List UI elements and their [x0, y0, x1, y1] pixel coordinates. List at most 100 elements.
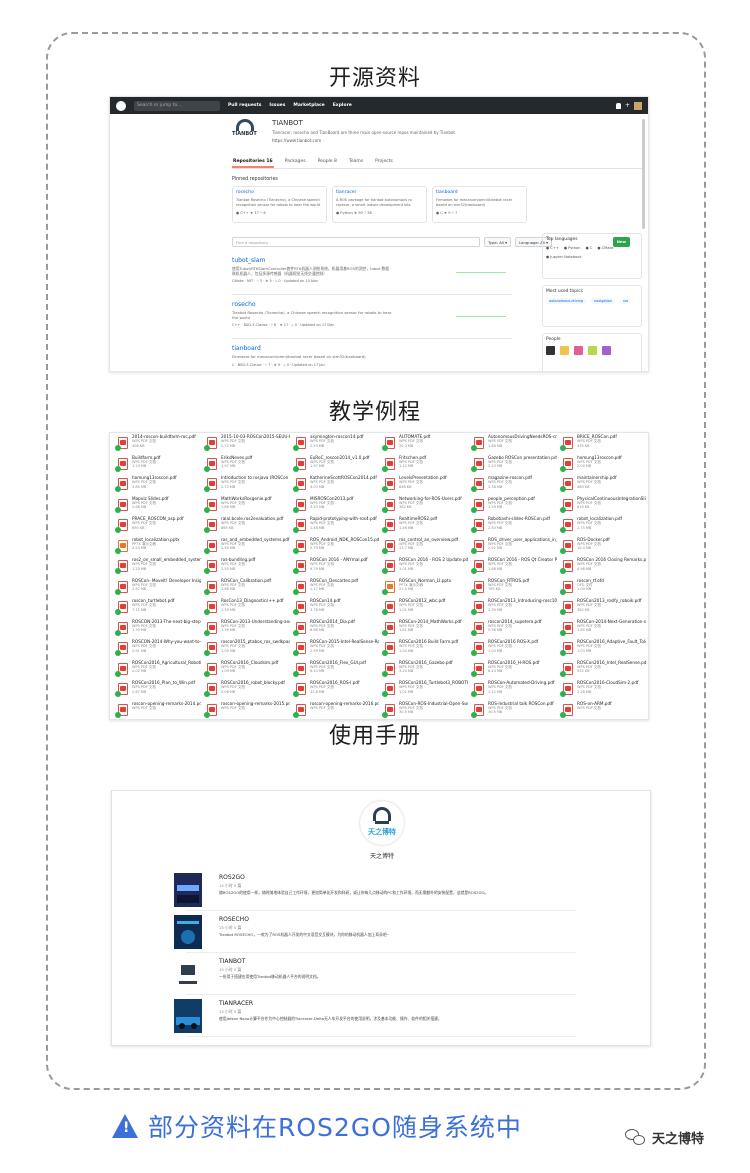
file-item[interactable]: robot_localization.pptx PPTX 演示文稿 2.23 MB: [112, 537, 201, 558]
file-item[interactable]: MISROSCon2013.pdf WPS PDF 文档 4.53 MB: [290, 496, 379, 517]
file-item[interactable]: ralal.bcole.ros2evaluation.pdf WPS PDF 文档…: [201, 516, 290, 537]
file-item[interactable]: people_perception.pdf WPS PDF 文档 1.39 MB: [468, 496, 557, 517]
file-item[interactable]: ROSCon2016 ROS-X.pdf WPS PDF 文档 1.04 MB: [468, 639, 557, 660]
file-item[interactable]: Rapid-prototyping-with-ros4.pdf WPS PDF 文…: [290, 516, 379, 537]
file-item[interactable]: ROSCon_RTROS.pdf WPS PDF 文档 765 KB: [468, 578, 557, 599]
manual-item-tianracer[interactable]: TIANRACER 15 小时 5 篇 使用Jetson Nano计算平台作为中…: [174, 997, 576, 1037]
file-item[interactable]: RosCon13_Diagnostics++.pdf WPS PDF 文档 1.55…: [201, 598, 290, 619]
file-item[interactable]: magazine-roscon.pdf WPS PDF 文档 3.38 MB: [468, 475, 557, 496]
topic-tag[interactable]: ros: [620, 298, 632, 304]
file-item[interactable]: roscon2015_ptabos_ros_swdkpack.pdfWPS PD…: [201, 639, 290, 660]
file-item[interactable]: EriksNeves.pdf WPS PDF 文档 1.97 MB: [201, 455, 290, 476]
manual-title[interactable]: TIANBOT: [219, 958, 245, 965]
file-item[interactable]: ROS_Android_NDK_ROSCon15.pdf WPS PDF 文档 5.…: [290, 537, 379, 558]
file-item[interactable]: ROSCon-2014-Next-Generation-of-ROS-on-to…: [557, 619, 646, 640]
file-item[interactable]: ROSCon2016_Cloudsim.pdf WPS PDF 文档 1.09 MB: [201, 660, 290, 681]
file-item[interactable]: ROSCon_Descartes.pdf WPS PDF 文档 1.17 MB: [290, 578, 379, 599]
file-item[interactable]: ROSCon2016 Build Farm.pdf WPS PDF 文档 1.04 …: [379, 639, 468, 660]
file-item[interactable]: ROSCon2016-CloudSim-2.pdf WPS PDF 文档 2.28 …: [557, 680, 646, 701]
file-item[interactable]: ROSCon2014_Dia.pdf WPS PDF 文档 6.68 MB: [290, 619, 379, 640]
file-item[interactable]: ROSCon14.pdf WPS PDF 文档 3.78 MB: [290, 598, 379, 619]
file-item[interactable]: ROSCon-2015-Intel-RealSense-Robotics-Inn…: [290, 639, 379, 660]
tab-teams[interactable]: Teams: [348, 157, 364, 168]
tab-projects[interactable]: Projects: [374, 157, 394, 168]
plus-icon[interactable]: +: [625, 102, 630, 109]
nav-pull-requests[interactable]: Pull requests: [228, 103, 261, 108]
pinned-card[interactable]: tianracer A ROS package for tianbot auto…: [332, 186, 427, 223]
file-item[interactable]: KatherineScottROSCon2014.pdf WPS PDF 文档 4.…: [290, 475, 379, 496]
file-item[interactable]: Introduction to rosjava (ROSCon 2013).pd…: [201, 475, 290, 496]
file-item[interactable]: ROSCon 2016 - ROS Qt Creator Plugin.pdfW…: [468, 557, 557, 578]
pinned-card-name[interactable]: tianboard: [436, 190, 523, 195]
nav-explore[interactable]: Explore: [333, 103, 352, 108]
file-item[interactable]: roscon_tf.ofd OFD 文件 1.00 MB: [557, 578, 646, 599]
file-item[interactable]: ROSCon-Automated-Driving.pdf WPS PDF 文档 1.…: [468, 680, 557, 701]
repo-name-link[interactable]: tubot_slam: [232, 257, 512, 264]
file-item[interactable]: Gazebo ROSCon presentation.pdf WPS PDF 文档…: [468, 455, 557, 476]
file-item[interactable]: Buildfarm.pdf WPS PDF 文档 1.20 MB: [112, 455, 201, 476]
file-item[interactable]: asymington-roscon14.pdf WPS PDF 文档 2.53 MB: [290, 434, 379, 455]
topic-tag[interactable]: autonomous-driving: [546, 298, 587, 304]
tab-people[interactable]: People 8: [317, 157, 338, 168]
pinned-card-name[interactable]: rosecho: [236, 190, 323, 195]
file-item[interactable]: ROSCon2016_Turtlebot3_ROBOTIS.pdfWPS PDF…: [379, 680, 468, 701]
file-item[interactable]: ROSCon2016_Adaptive_Fault_Tolerance.pdfW…: [557, 639, 646, 660]
avatar[interactable]: [634, 101, 642, 110]
file-item[interactable]: LevelsPresentation.pdf WPS PDF 文档 846 KB: [379, 475, 468, 496]
manual-title[interactable]: ROSECHO: [219, 916, 249, 923]
file-item[interactable]: maintainership.pdf WPS PDF 文档 489 KB: [557, 475, 646, 496]
find-repository-input[interactable]: Find a repository...: [232, 237, 480, 247]
file-item[interactable]: 2015-10-03-ROSCon2015-SEUU-N.pdfWPS PDF …: [201, 434, 290, 455]
file-item[interactable]: ROSCon_Calibration.pdf WPS PDF 文档 1.68 MB: [201, 578, 290, 599]
file-item[interactable]: ROS_driver_user_applications_in_developm…: [468, 537, 557, 558]
file-item[interactable]: Fritschen.pdf WPS PDF 文档 1.12 MB: [379, 455, 468, 476]
file-item[interactable]: homung13roscon.pdf WPS PDF 文档 3.80 MB: [112, 475, 201, 496]
file-item[interactable]: Mapviz Slides.pdf WPS PDF 文档 2.68 MB: [112, 496, 201, 517]
nav-issues[interactable]: Issues: [269, 103, 285, 108]
file-item[interactable]: EuRoC_roscon2014_v1.0.pdf WPS PDF 文档 1.97 …: [290, 455, 379, 476]
file-item[interactable]: ROSCon2016_ROS-I.pdf WPS PDF 文档 32.8 MB: [290, 680, 379, 701]
github-logo-icon[interactable]: [116, 100, 126, 111]
type-filter-button[interactable]: Type: All ▾: [484, 237, 512, 247]
github-search-input[interactable]: Search or jump to...: [134, 100, 220, 111]
org-url-link[interactable]: https://www.tianbot.com: [272, 138, 456, 143]
file-item[interactable]: ROSCon-2014_MathWorks.pdf WPS PDF 文档 1.81 …: [379, 619, 468, 640]
file-item[interactable]: RealtimeROS2.pdf WPS PDF 文档 1.46 MB: [379, 516, 468, 537]
file-item[interactable]: ROSCon2013_Introducing-rosc10010.pdfWPS …: [468, 598, 557, 619]
file-item[interactable]: ROSCon2016_H-ROS.pdf WPS PDF 文档 6.44 MB: [468, 660, 557, 681]
manual-title[interactable]: TIANRACER: [219, 1000, 253, 1007]
file-item[interactable]: ROSCon 2016 - ANYmal.pdf WPS PDF 文档 9.79 M…: [290, 557, 379, 578]
nav-marketplace[interactable]: Marketplace: [293, 103, 324, 108]
file-item[interactable]: ROSCon 2016 - ROS 2 Update.pdf WPS PDF 文档…: [379, 557, 468, 578]
file-item[interactable]: robot_localization.pdf WPS PDF 文档 2.75 MB: [557, 516, 646, 537]
file-item[interactable]: ROSCON-2013-The-next-big-step-for-the-RO…: [112, 619, 201, 640]
repo-name-link[interactable]: tianboard: [232, 345, 512, 352]
file-item[interactable]: ROSCon- Movelt! Developer Insights.pdfWP…: [112, 578, 201, 599]
file-item[interactable]: Robotiashi-slides-ROSCon.pdf WPS PDF 文档 2.…: [468, 516, 557, 537]
file-item[interactable]: ROS-Docker.pdf WPS PDF 文档 10.4 MB: [557, 537, 646, 558]
file-item[interactable]: ros2_on_small_embedded_systems.pdfWPS PD…: [112, 557, 201, 578]
tab-packages[interactable]: Packages: [284, 157, 307, 168]
file-item[interactable]: AutonomousDrivingNeedsROS-cript.pdfWPS P…: [468, 434, 557, 455]
manual-title[interactable]: ROS2GO: [219, 874, 245, 881]
manual-item-ros2go[interactable]: ROS2GO 15 小时 5 篇 随ROS2GO的使用一样，随时随地体验自己工作…: [174, 871, 576, 911]
file-item[interactable]: BRICE_ROSCon.pdf WPS PDF 文档 435 KB: [557, 434, 646, 455]
scrollbar[interactable]: [642, 119, 645, 229]
file-item[interactable]: ROSCon2016_Flex_GUI.pdf WPS PDF 文档 6.44 MB: [290, 660, 379, 681]
file-item[interactable]: ROSCon2012_wbc.pdf WPS PDF 文档 1.01 MB: [379, 598, 468, 619]
pinned-card-name[interactable]: tianracer: [336, 190, 423, 195]
file-item[interactable]: 2014-roscon-buildfarm-roc.pdf WPS PDF 文档 4…: [112, 434, 201, 455]
file-item[interactable]: ros-bundling.pdf WPS PDF 文档 2.50 MB: [201, 557, 290, 578]
file-item[interactable]: ROSCON-2014-Why-you-want-to-use-ROS-2.pd…: [112, 639, 201, 660]
manual-item-tianbot[interactable]: TIANBOT 15 小时 5 篇 一份用于搭建应用使用Tianbot移动机器人…: [174, 955, 576, 995]
file-item[interactable]: ROSCon2016_robot_blocky.pdf WPS PDF 文档 2.0…: [201, 680, 290, 701]
pinned-card[interactable]: tianboard Firmware for mecanum/omni/tian…: [432, 186, 527, 223]
file-item[interactable]: Networking-for-ROS-Users.pdf WPS PDF 文档 36…: [379, 496, 468, 517]
bell-icon[interactable]: [615, 102, 621, 109]
file-item[interactable]: ROSCon2016_Intel_RealSense.pdf WPS PDF 文档…: [557, 660, 646, 681]
file-item[interactable]: ROSCon_Norman_LI.pptx PPTX 演示文稿 21.5 MB: [379, 578, 468, 599]
tab-repositories[interactable]: Repositories 16: [232, 157, 274, 168]
file-item[interactable]: ROSCon 2016 Closing Remarks.pdf WPS PDF 文…: [557, 557, 646, 578]
manual-item-rosecho[interactable]: ROSECHO 15 小时 5 篇 Tianbot ROSECHO，一款为了RO…: [174, 913, 576, 953]
file-item[interactable]: homung13roscon.pdf WPS PDF 文档 2.00 MB: [557, 455, 646, 476]
